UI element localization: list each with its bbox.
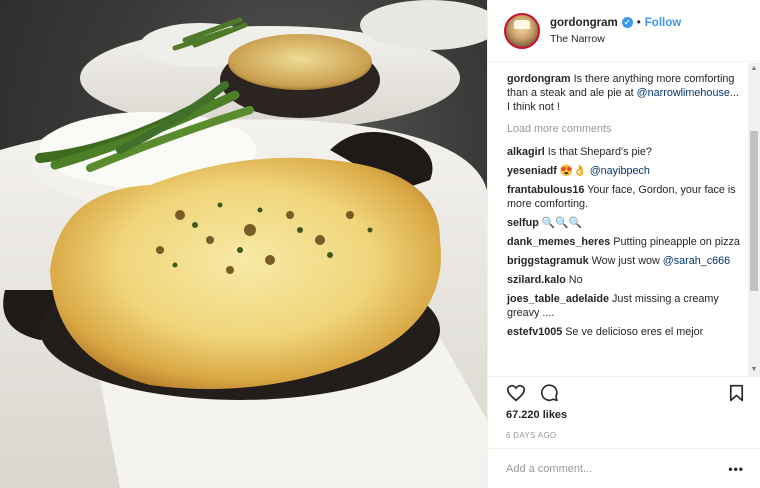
post-timestamp[interactable]: 6 DAYS AGO [506, 431, 556, 440]
comment-text: Se ve delicioso eres el mejor [562, 326, 704, 338]
header-line: gordongram ✓ • Follow [550, 17, 681, 29]
comment-username[interactable]: joes_table_adelaide [507, 293, 609, 305]
comment-text: 😍👌 [556, 165, 590, 177]
comment-username[interactable]: briggstagramuk [507, 255, 589, 267]
post-sidebar: gordongram ✓ • Follow The Narrow gordong… [487, 0, 760, 488]
load-more-comments-button[interactable]: Load more comments [507, 122, 740, 136]
header-text: gordongram ✓ • Follow The Narrow [550, 17, 681, 45]
comment-item: yeseniadf 😍👌 @nayibpech [507, 164, 740, 178]
comment-username[interactable]: estefv1005 [507, 326, 562, 338]
verified-badge-icon: ✓ [621, 17, 633, 28]
scroll-up-icon[interactable]: ▲ [750, 65, 758, 73]
comment-text: Is that Shepard's pie? [544, 146, 652, 158]
scroll-down-icon[interactable]: ▼ [750, 366, 758, 374]
comment-username[interactable]: alkagirl [507, 146, 545, 158]
likes-count[interactable]: 67.220 likes [506, 409, 567, 421]
comment-item: szilard.kalo No [507, 273, 740, 287]
comment-username[interactable]: yeseniadf [507, 165, 557, 177]
comment-username[interactable]: dank_memes_heres [507, 236, 610, 248]
comment-icon[interactable] [540, 383, 559, 402]
comment-item: estefv1005 Se ve delicioso eres el mejor [507, 325, 740, 339]
caption-username[interactable]: gordongram [507, 73, 571, 85]
location-link[interactable]: The Narrow [550, 33, 681, 45]
comments-list[interactable]: gordongram Is there anything more comfor… [488, 63, 748, 376]
comment-mention[interactable]: @sarah_c666 [663, 255, 730, 267]
comment-text: 🔍🔍🔍 [538, 217, 583, 229]
comment-item: frantabulous16 Your face, Gordon, your f… [507, 183, 740, 211]
separator-dot: • [636, 16, 641, 29]
heart-icon[interactable] [506, 384, 526, 402]
username-link[interactable]: gordongram [550, 17, 618, 29]
caption-mention[interactable]: @narrowlimehouse [637, 87, 730, 99]
comment-username[interactable]: frantabulous16 [507, 184, 584, 196]
comment-mention[interactable]: @nayibpech [590, 165, 650, 177]
post-photo[interactable] [0, 0, 487, 488]
follow-button[interactable]: Follow [645, 17, 681, 29]
comment-item: briggstagramuk Wow just wow @sarah_c666 [507, 254, 740, 268]
comment-item: dank_memes_heres Putting pineapple on pi… [507, 235, 740, 249]
more-options-icon[interactable]: ••• [728, 462, 744, 476]
comment-username[interactable]: selfup [507, 217, 539, 229]
post-header: gordongram ✓ • Follow The Narrow [488, 0, 760, 62]
comment-text: Putting pineapple on pizza [610, 236, 740, 248]
caption: gordongram Is there anything more comfor… [507, 72, 740, 114]
add-comment-input[interactable]: Add a comment... [506, 463, 592, 475]
add-comment-bar: Add a comment... ••• [488, 448, 760, 488]
comment-item: selfup 🔍🔍🔍 [507, 216, 740, 230]
comment-username[interactable]: szilard.kalo [507, 274, 566, 286]
pie-photo-illustration [0, 0, 487, 488]
post-actions [488, 376, 760, 408]
comments-scrollbar[interactable]: ▲ ▼ [748, 63, 760, 376]
comment-text: Wow just wow [588, 255, 663, 267]
scrollbar-thumb[interactable] [750, 131, 758, 291]
comment-item: joes_table_adelaide Just missing a cream… [507, 292, 740, 320]
avatar[interactable] [504, 12, 540, 49]
comment-text: No [565, 274, 583, 286]
comment-item: alkagirl Is that Shepard's pie? [507, 145, 740, 159]
bookmark-icon[interactable] [729, 384, 744, 402]
